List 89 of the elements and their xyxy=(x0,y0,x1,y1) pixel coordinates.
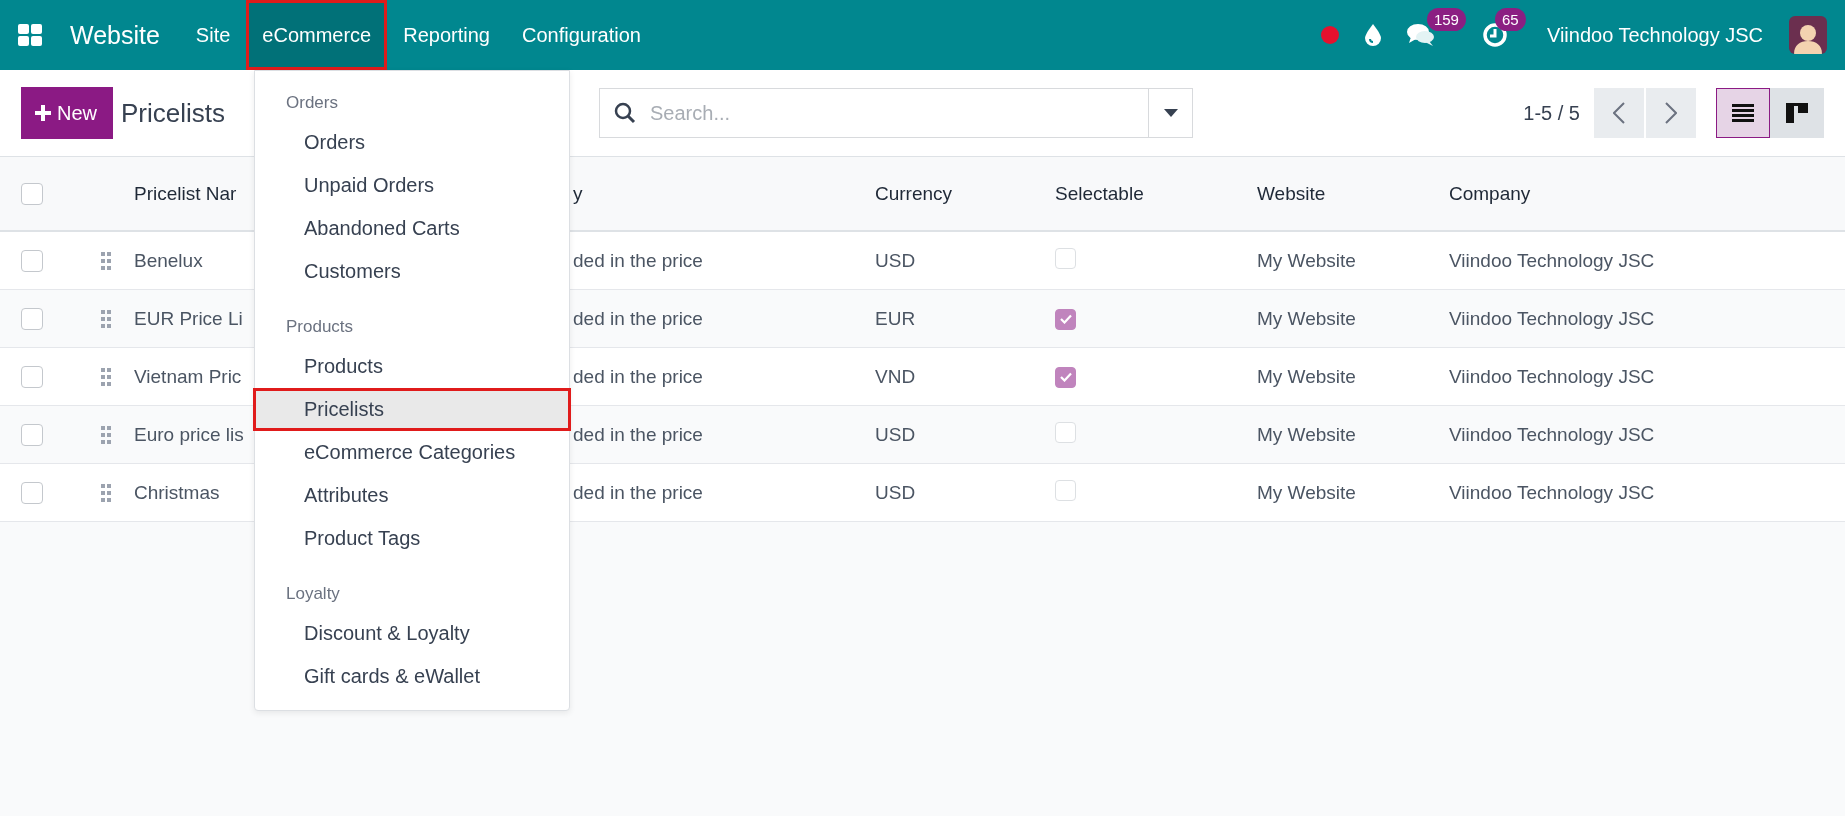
table-cell-text: VND xyxy=(875,365,917,388)
table-cell-text: My Website xyxy=(1257,249,1357,272)
list-view-icon xyxy=(1732,104,1754,122)
drag-handle-icon[interactable] xyxy=(101,367,111,386)
row-checkbox[interactable] xyxy=(21,365,43,388)
menu-item[interactable]: Unpaid Orders xyxy=(253,164,571,207)
table-cell-text: Euro price lis xyxy=(134,423,245,446)
column-header[interactable]: Website xyxy=(1257,182,1449,205)
table-cell-text: USD xyxy=(875,423,917,446)
previous-page-button[interactable] xyxy=(1594,88,1644,138)
drag-handle-icon[interactable] xyxy=(101,425,111,444)
chevron-left-icon xyxy=(1613,102,1625,124)
table-cell-text: ded in the price xyxy=(573,481,704,504)
table-cell-text: ded in the price xyxy=(573,365,704,388)
table-cell-text: Viindoo Technology JSC xyxy=(1449,249,1656,272)
column-header[interactable]: y xyxy=(573,182,875,205)
table-cell-text: ded in the price xyxy=(573,249,704,272)
selectable-checkbox[interactable] xyxy=(1055,366,1076,388)
menu-section-header: Loyalty xyxy=(285,583,341,605)
message-count-badge: 159 xyxy=(1426,8,1466,31)
checkmark-icon xyxy=(1059,314,1072,325)
table-cell-text: Viindoo Technology JSC xyxy=(1449,307,1656,330)
kanban-view-button[interactable] xyxy=(1770,88,1824,138)
droplet-icon[interactable] xyxy=(1364,24,1381,46)
selectable-checkbox[interactable] xyxy=(1055,308,1076,330)
search-icon xyxy=(614,102,637,124)
table-cell-text: Vietnam Pric xyxy=(134,365,243,388)
nav-menu-item[interactable]: Site xyxy=(179,0,247,70)
kanban-view-icon xyxy=(1786,103,1808,123)
drag-handle-icon[interactable] xyxy=(101,483,111,502)
checkmark-icon xyxy=(1059,372,1072,383)
nav-menu-item[interactable]: Reporting xyxy=(387,0,506,70)
menu-item[interactable]: Attributes xyxy=(253,474,571,517)
new-button[interactable]: New xyxy=(21,87,113,139)
apps-grid-icon[interactable] xyxy=(18,24,42,46)
menu-item[interactable]: Discount & Loyalty xyxy=(253,612,571,655)
nav-menu-item[interactable]: Configuration xyxy=(505,0,657,70)
table-cell-text: ded in the price xyxy=(573,307,704,330)
row-checkbox[interactable] xyxy=(21,481,43,504)
table-cell-text: USD xyxy=(875,249,917,272)
menu-section-header: Products xyxy=(285,316,355,338)
search-bar[interactable]: Search... xyxy=(599,88,1194,138)
table-cell-text: My Website xyxy=(1257,481,1357,504)
column-header[interactable]: Selectable xyxy=(1055,182,1257,205)
table-cell-text: Viindoo Technology JSC xyxy=(1449,423,1656,446)
clock-icon[interactable] xyxy=(1482,23,1507,47)
menu-item[interactable]: eCommerce Categories xyxy=(253,431,571,474)
menu-item[interactable]: Gift cards & eWallet xyxy=(253,655,571,698)
menu-item[interactable]: Products xyxy=(253,345,571,388)
row-checkbox[interactable] xyxy=(21,307,43,330)
table-cell-text: Christmas xyxy=(134,481,221,504)
activity-count-badge: 65 xyxy=(1494,8,1526,31)
table-cell-text: My Website xyxy=(1257,365,1357,388)
table-cell-text: Viindoo Technology JSC xyxy=(1449,365,1656,388)
page-title: Pricelists xyxy=(121,97,226,129)
menu-item[interactable]: Abandoned Carts xyxy=(253,207,571,250)
table-cell-text: ded in the price xyxy=(573,423,704,446)
app-name[interactable]: Website xyxy=(70,20,160,50)
menu-item[interactable]: Orders xyxy=(253,121,571,164)
row-checkbox[interactable] xyxy=(21,423,43,446)
select-all-checkbox[interactable] xyxy=(21,182,43,205)
table-cell-text: Viindoo Technology JSC xyxy=(1449,481,1656,504)
table-cell-text: My Website xyxy=(1257,307,1357,330)
table-cell-text: My Website xyxy=(1257,423,1357,446)
table-cell-text: USD xyxy=(875,481,917,504)
table-cell-text: EUR xyxy=(875,307,917,330)
menu-item[interactable]: Product Tags xyxy=(253,517,571,560)
drag-handle-icon[interactable] xyxy=(101,309,111,328)
drag-handle-icon[interactable] xyxy=(101,251,111,270)
row-checkbox[interactable] xyxy=(21,249,43,272)
column-header[interactable]: Company xyxy=(1449,182,1845,205)
column-header[interactable]: Pricelist Nar xyxy=(134,182,254,205)
nav-menu-item[interactable]: eCommerce xyxy=(246,0,388,70)
next-page-button[interactable] xyxy=(1646,88,1696,138)
menu-item[interactable]: Pricelists xyxy=(253,388,571,431)
user-avatar[interactable] xyxy=(1789,16,1827,54)
column-header[interactable]: Currency xyxy=(875,182,1055,205)
menu-item[interactable]: Customers xyxy=(253,250,571,293)
chat-bubbles-icon[interactable] xyxy=(1406,23,1435,47)
menu-section-header: Orders xyxy=(285,92,339,114)
table-cell-text: EUR Price Li xyxy=(134,307,244,330)
caret-icon xyxy=(1163,109,1178,117)
table-cell-text: Benelux xyxy=(134,249,204,272)
company-name[interactable]: Viindoo Technology JSC xyxy=(1546,23,1763,47)
status-dot-icon[interactable] xyxy=(1320,26,1339,44)
pager-value[interactable]: 1-5 / 5 xyxy=(1523,101,1580,125)
chevron-right-icon xyxy=(1665,102,1677,124)
plus-icon xyxy=(35,105,51,121)
list-view-button[interactable] xyxy=(1716,88,1770,138)
